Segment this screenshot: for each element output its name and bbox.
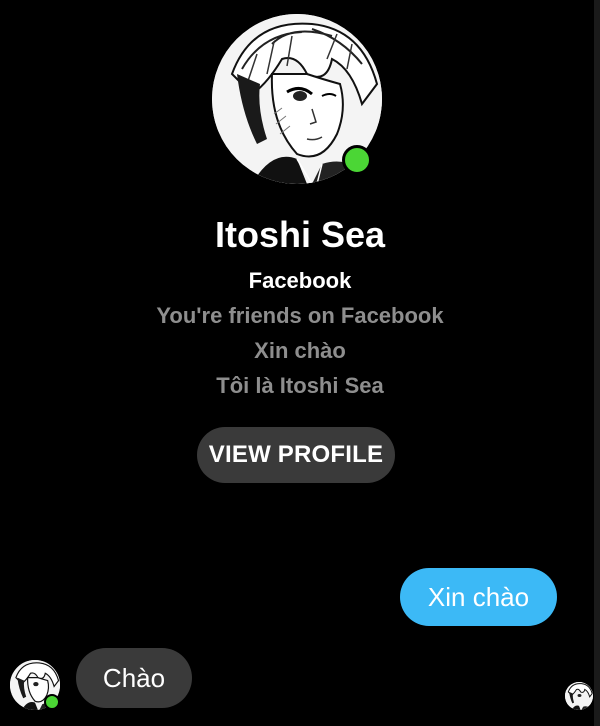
platform-label: Facebook: [248, 268, 352, 293]
view-profile-button[interactable]: VIEW PROFILE: [197, 427, 395, 483]
anime-portrait-avatar-icon: [565, 682, 593, 710]
outgoing-message-bubble[interactable]: Xin chào: [400, 568, 557, 626]
incoming-message-bubble[interactable]: Chào: [76, 648, 192, 708]
bio-line: Xin chào: [254, 338, 346, 363]
seen-receipt-avatar: [565, 682, 593, 710]
friend-status-text: You're friends on Facebook: [156, 303, 444, 328]
online-status-indicator: [342, 145, 372, 175]
bio-line: Tôi là Itoshi Sea: [216, 373, 384, 398]
contact-name: Itoshi Sea: [214, 214, 386, 255]
sender-online-indicator: [44, 694, 60, 710]
chat-screen: Itoshi Sea Facebook You're friends on Fa…: [0, 0, 600, 726]
